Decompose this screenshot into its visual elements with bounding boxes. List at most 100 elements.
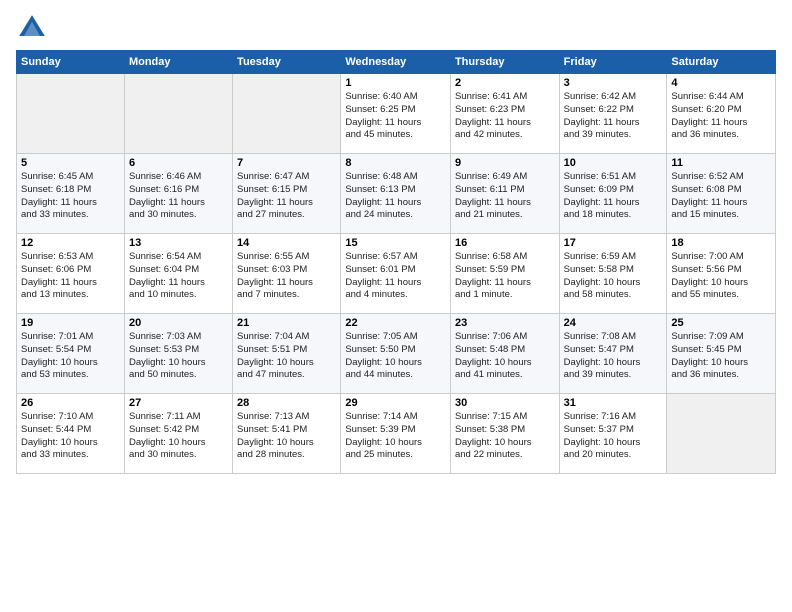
day-number: 29 xyxy=(345,397,446,409)
weekday-header: Tuesday xyxy=(233,51,341,74)
day-info: Sunrise: 7:08 AM Sunset: 5:47 PM Dayligh… xyxy=(564,331,663,382)
day-info: Sunrise: 6:47 AM Sunset: 6:15 PM Dayligh… xyxy=(237,171,336,222)
day-info: Sunrise: 6:41 AM Sunset: 6:23 PM Dayligh… xyxy=(455,91,555,142)
day-info: Sunrise: 7:04 AM Sunset: 5:51 PM Dayligh… xyxy=(237,331,336,382)
day-info: Sunrise: 6:52 AM Sunset: 6:08 PM Dayligh… xyxy=(671,171,771,222)
logo xyxy=(16,12,52,44)
day-info: Sunrise: 7:14 AM Sunset: 5:39 PM Dayligh… xyxy=(345,411,446,462)
day-number: 16 xyxy=(455,237,555,249)
day-info: Sunrise: 6:53 AM Sunset: 6:06 PM Dayligh… xyxy=(21,251,120,302)
calendar-week-row: 5 Sunrise: 6:45 AM Sunset: 6:18 PM Daylig… xyxy=(17,154,776,234)
day-info: Sunrise: 6:48 AM Sunset: 6:13 PM Dayligh… xyxy=(345,171,446,222)
day-number: 28 xyxy=(237,397,336,409)
day-info: Sunrise: 6:45 AM Sunset: 6:18 PM Dayligh… xyxy=(21,171,120,222)
calendar-cell: 15 Sunrise: 6:57 AM Sunset: 6:01 PM Dayli… xyxy=(341,234,451,314)
day-number: 26 xyxy=(21,397,120,409)
calendar-cell: 14 Sunrise: 6:55 AM Sunset: 6:03 PM Dayli… xyxy=(233,234,341,314)
day-number: 1 xyxy=(345,77,446,89)
day-number: 15 xyxy=(345,237,446,249)
day-info: Sunrise: 6:51 AM Sunset: 6:09 PM Dayligh… xyxy=(564,171,663,222)
page-container: SundayMondayTuesdayWednesdayThursdayFrid… xyxy=(0,0,792,482)
day-info: Sunrise: 7:01 AM Sunset: 5:54 PM Dayligh… xyxy=(21,331,120,382)
day-number: 4 xyxy=(671,77,771,89)
day-info: Sunrise: 6:57 AM Sunset: 6:01 PM Dayligh… xyxy=(345,251,446,302)
day-info: Sunrise: 6:58 AM Sunset: 5:59 PM Dayligh… xyxy=(455,251,555,302)
header xyxy=(16,12,776,44)
calendar-week-row: 1 Sunrise: 6:40 AM Sunset: 6:25 PM Daylig… xyxy=(17,74,776,154)
day-number: 21 xyxy=(237,317,336,329)
calendar-cell: 8 Sunrise: 6:48 AM Sunset: 6:13 PM Daylig… xyxy=(341,154,451,234)
calendar-cell: 28 Sunrise: 7:13 AM Sunset: 5:41 PM Dayli… xyxy=(233,394,341,474)
day-number: 20 xyxy=(129,317,228,329)
weekday-header: Wednesday xyxy=(341,51,451,74)
day-info: Sunrise: 6:46 AM Sunset: 6:16 PM Dayligh… xyxy=(129,171,228,222)
calendar-cell xyxy=(233,74,341,154)
day-number: 14 xyxy=(237,237,336,249)
calendar-cell: 24 Sunrise: 7:08 AM Sunset: 5:47 PM Dayli… xyxy=(559,314,667,394)
day-number: 6 xyxy=(129,157,228,169)
weekday-header: Thursday xyxy=(450,51,559,74)
calendar-cell: 23 Sunrise: 7:06 AM Sunset: 5:48 PM Dayli… xyxy=(450,314,559,394)
calendar-cell xyxy=(17,74,125,154)
calendar-cell: 30Sunrise: 7:15 AM Sunset: 5:38 PM Dayli… xyxy=(450,394,559,474)
day-number: 12 xyxy=(21,237,120,249)
weekday-header: Saturday xyxy=(667,51,776,74)
day-number: 31 xyxy=(564,397,663,409)
calendar-cell: 26 Sunrise: 7:10 AM Sunset: 5:44 PM Dayli… xyxy=(17,394,125,474)
calendar-cell: 20 Sunrise: 7:03 AM Sunset: 5:53 PM Dayli… xyxy=(124,314,232,394)
day-number: 13 xyxy=(129,237,228,249)
weekday-header: Friday xyxy=(559,51,667,74)
day-number: 10 xyxy=(564,157,663,169)
calendar-cell: 18Sunrise: 7:00 AM Sunset: 5:56 PM Dayli… xyxy=(667,234,776,314)
day-info: Sunrise: 6:55 AM Sunset: 6:03 PM Dayligh… xyxy=(237,251,336,302)
day-info: Sunrise: 6:49 AM Sunset: 6:11 PM Dayligh… xyxy=(455,171,555,222)
calendar-cell: 19 Sunrise: 7:01 AM Sunset: 5:54 PM Dayli… xyxy=(17,314,125,394)
day-number: 3 xyxy=(564,77,663,89)
day-info: Sunrise: 7:05 AM Sunset: 5:50 PM Dayligh… xyxy=(345,331,446,382)
day-info: Sunrise: 6:59 AM Sunset: 5:58 PM Dayligh… xyxy=(564,251,663,302)
weekday-header: Monday xyxy=(124,51,232,74)
calendar-cell: 10 Sunrise: 6:51 AM Sunset: 6:09 PM Dayli… xyxy=(559,154,667,234)
calendar-cell: 13 Sunrise: 6:54 AM Sunset: 6:04 PM Dayli… xyxy=(124,234,232,314)
calendar-cell: 22Sunrise: 7:05 AM Sunset: 5:50 PM Dayli… xyxy=(341,314,451,394)
calendar-cell: 29 Sunrise: 7:14 AM Sunset: 5:39 PM Dayli… xyxy=(341,394,451,474)
day-info: Sunrise: 6:54 AM Sunset: 6:04 PM Dayligh… xyxy=(129,251,228,302)
calendar-cell: 31 Sunrise: 7:16 AM Sunset: 5:37 PM Dayli… xyxy=(559,394,667,474)
calendar-cell: 17 Sunrise: 6:59 AM Sunset: 5:58 PM Dayli… xyxy=(559,234,667,314)
calendar-cell: 3Sunrise: 6:42 AM Sunset: 6:22 PM Daylig… xyxy=(559,74,667,154)
day-number: 19 xyxy=(21,317,120,329)
day-number: 2 xyxy=(455,77,555,89)
calendar-cell: 16 Sunrise: 6:58 AM Sunset: 5:59 PM Dayli… xyxy=(450,234,559,314)
day-number: 5 xyxy=(21,157,120,169)
calendar-cell: 21 Sunrise: 7:04 AM Sunset: 5:51 PM Dayli… xyxy=(233,314,341,394)
day-info: Sunrise: 6:44 AM Sunset: 6:20 PM Dayligh… xyxy=(671,91,771,142)
day-number: 23 xyxy=(455,317,555,329)
calendar-cell xyxy=(124,74,232,154)
day-info: Sunrise: 7:13 AM Sunset: 5:41 PM Dayligh… xyxy=(237,411,336,462)
day-number: 27 xyxy=(129,397,228,409)
calendar-cell: 11Sunrise: 6:52 AM Sunset: 6:08 PM Dayli… xyxy=(667,154,776,234)
calendar-cell: 12 Sunrise: 6:53 AM Sunset: 6:06 PM Dayli… xyxy=(17,234,125,314)
day-number: 9 xyxy=(455,157,555,169)
day-number: 18 xyxy=(671,237,771,249)
calendar-cell: 1 Sunrise: 6:40 AM Sunset: 6:25 PM Daylig… xyxy=(341,74,451,154)
calendar-week-row: 26 Sunrise: 7:10 AM Sunset: 5:44 PM Dayli… xyxy=(17,394,776,474)
day-number: 30 xyxy=(455,397,555,409)
day-number: 17 xyxy=(564,237,663,249)
day-info: Sunrise: 6:40 AM Sunset: 6:25 PM Dayligh… xyxy=(345,91,446,142)
day-number: 24 xyxy=(564,317,663,329)
day-info: Sunrise: 7:06 AM Sunset: 5:48 PM Dayligh… xyxy=(455,331,555,382)
weekday-header: Sunday xyxy=(17,51,125,74)
calendar-cell: 7Sunrise: 6:47 AM Sunset: 6:15 PM Daylig… xyxy=(233,154,341,234)
calendar-cell xyxy=(667,394,776,474)
calendar-cell: 2 Sunrise: 6:41 AM Sunset: 6:23 PM Daylig… xyxy=(450,74,559,154)
day-info: Sunrise: 7:10 AM Sunset: 5:44 PM Dayligh… xyxy=(21,411,120,462)
day-info: Sunrise: 7:16 AM Sunset: 5:37 PM Dayligh… xyxy=(564,411,663,462)
calendar-cell: 5 Sunrise: 6:45 AM Sunset: 6:18 PM Daylig… xyxy=(17,154,125,234)
day-info: Sunrise: 7:09 AM Sunset: 5:45 PM Dayligh… xyxy=(671,331,771,382)
day-number: 8 xyxy=(345,157,446,169)
day-info: Sunrise: 7:11 AM Sunset: 5:42 PM Dayligh… xyxy=(129,411,228,462)
calendar-cell: 6 Sunrise: 6:46 AM Sunset: 6:16 PM Daylig… xyxy=(124,154,232,234)
logo-icon xyxy=(16,12,48,44)
day-info: Sunrise: 7:03 AM Sunset: 5:53 PM Dayligh… xyxy=(129,331,228,382)
